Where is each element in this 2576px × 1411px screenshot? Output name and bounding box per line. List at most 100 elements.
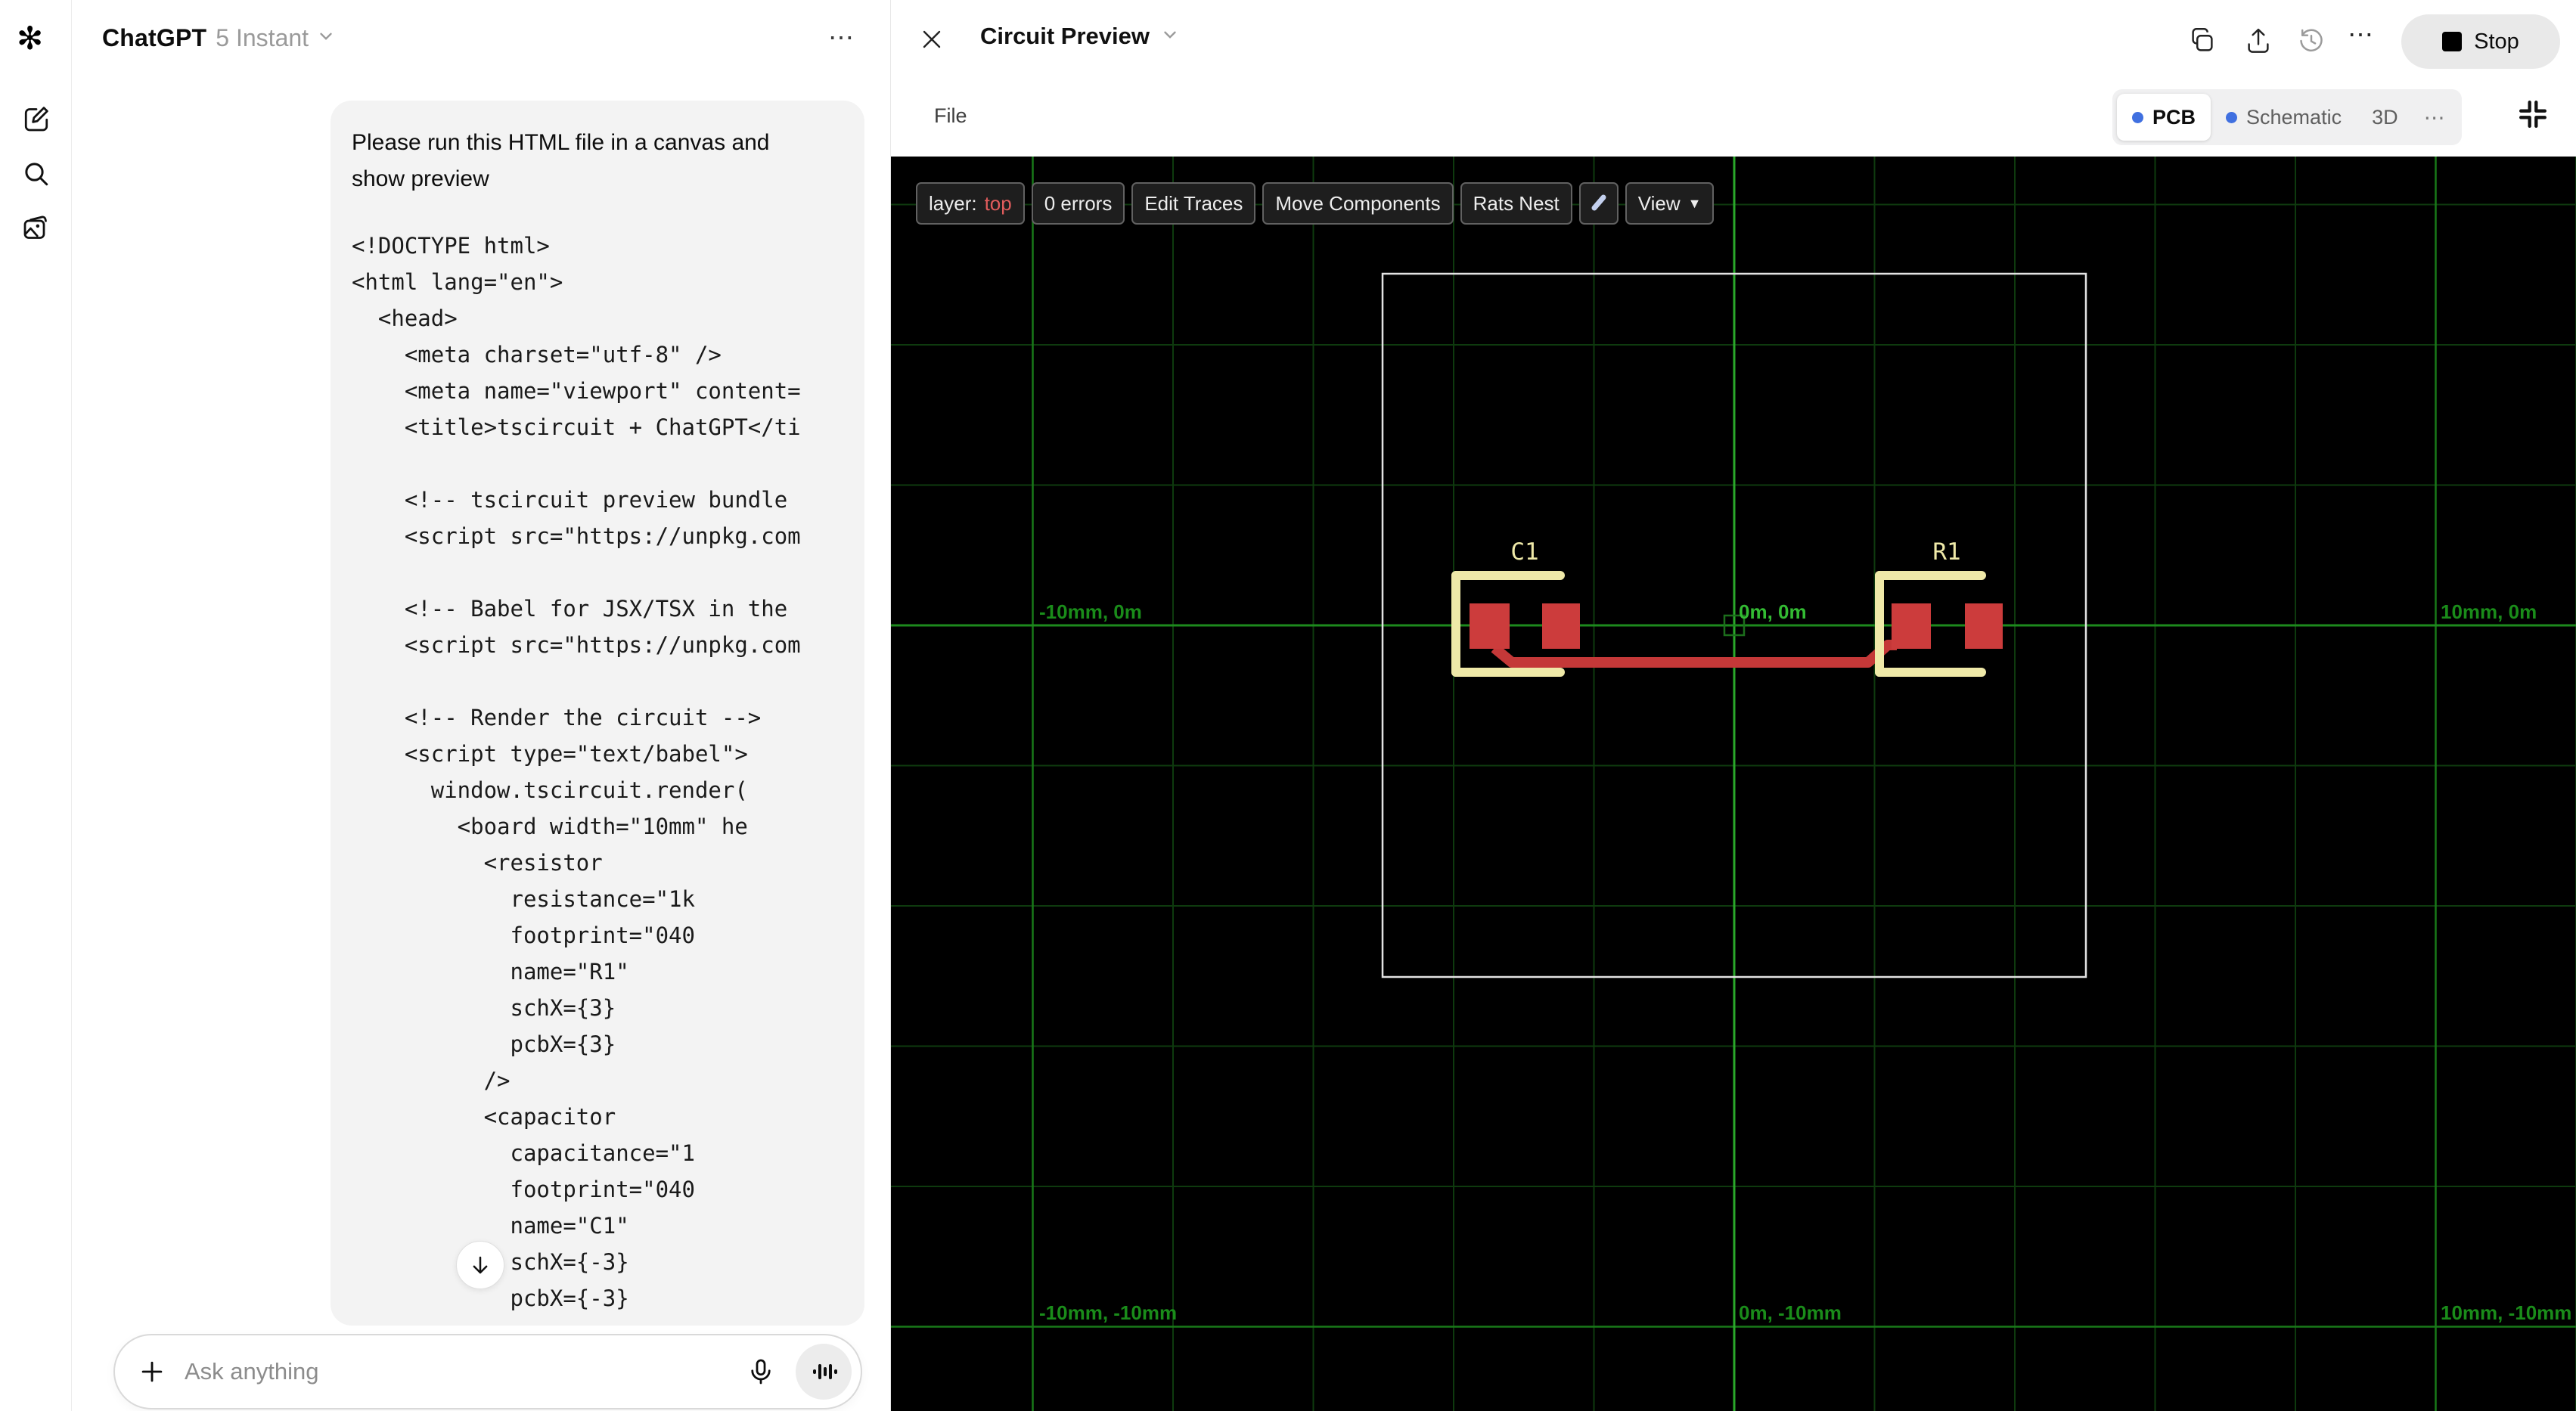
code-line: footprint="040	[352, 1177, 695, 1202]
code-line: <meta name="viewport" content=	[352, 378, 801, 404]
preview-more-button[interactable]: ⋯	[2348, 20, 2375, 50]
openai-logo-icon: ✻	[17, 20, 44, 56]
message-text-line: Please run this HTML file in a canvas an…	[352, 130, 770, 155]
code-line: window.tscircuit.render(	[352, 777, 748, 803]
waveform-icon	[813, 1364, 837, 1379]
code-line: <script type="text/babel">	[352, 741, 748, 767]
tab-schematic[interactable]: Schematic	[2211, 94, 2357, 141]
user-message-bubble: Please run this HTML file in a canvas an…	[331, 101, 864, 1326]
r1-ref-label: R1	[1932, 538, 1960, 566]
tabs-more-button[interactable]: ⋯	[2413, 105, 2457, 130]
stop-square-icon	[2442, 32, 2463, 51]
code-line: <resistor	[352, 850, 603, 876]
voice-mode-button[interactable]	[796, 1344, 852, 1400]
code-line: schX={3}	[352, 995, 616, 1021]
edit-pencil-button[interactable]	[1578, 182, 1619, 225]
layer-label: layer:	[929, 191, 977, 215]
view-button[interactable]: View ▼	[1625, 182, 1715, 225]
code-line: <html lang="en">	[352, 269, 563, 295]
tab-3d-label: 3D	[2372, 105, 2398, 129]
chat-composer[interactable]	[113, 1334, 862, 1409]
r1-pad-1[interactable]	[1892, 603, 1931, 649]
c1-ref-label: C1	[1510, 538, 1538, 566]
preview-title: Circuit Preview	[980, 23, 1150, 49]
microphone-icon[interactable]	[746, 1357, 776, 1387]
chat-panel: ChatGPT 5 Instant ⋯ Please run this HTML…	[72, 0, 890, 1411]
code-line: <!-- tscircuit preview bundle	[352, 487, 788, 513]
pcb-component-r1[interactable]: R1	[1875, 538, 2003, 677]
tab-pcb[interactable]: PCB	[2117, 94, 2211, 141]
chevron-down-icon	[1160, 25, 1180, 48]
app-root: ✻ ChatGPT 5 Instant ⋯ Please run this HT…	[0, 0, 2576, 1411]
code-line: <capacitor	[352, 1104, 616, 1130]
stop-label: Stop	[2474, 29, 2519, 54]
r1-pad-2[interactable]	[1965, 603, 2003, 649]
attach-plus-icon[interactable]	[138, 1357, 166, 1386]
code-line: <title>tscircuit + ChatGPT</ti	[352, 414, 801, 440]
code-line: <!-- Babel for JSX/TSX in the	[352, 596, 788, 622]
coordinate-labels: -10mm, 0m 0m, 0m 10mm, 0m -10mm, -10mm 0…	[1039, 600, 2571, 1324]
coord-label-right-mid: 10mm, 0m	[2441, 600, 2537, 623]
sidebar: ✻	[0, 0, 72, 1411]
message-text-line: show preview	[352, 166, 489, 191]
code-line: resistance="1k	[352, 886, 695, 912]
code-line: />	[352, 1068, 511, 1093]
c1-pad-1[interactable]	[1470, 603, 1510, 649]
app-title: ChatGPT	[102, 23, 207, 51]
blue-dot-icon	[2132, 111, 2143, 123]
close-icon[interactable]	[920, 27, 944, 51]
view-tabs: PCB Schematic 3D ⋯	[2112, 89, 2462, 145]
c1-pad-2[interactable]	[1542, 603, 1580, 649]
preview-title-dropdown[interactable]: Circuit Preview	[980, 23, 1180, 50]
tab-pcb-label: PCB	[2152, 105, 2196, 129]
errors-button[interactable]: 0 errors	[1031, 182, 1125, 225]
code-line: <!-- Render the circuit -->	[352, 705, 762, 730]
pencil-icon	[1591, 194, 1606, 211]
pcb-canvas[interactable]: C1 R1 -10mm, 0m 0m, 0m 10mm, 0m -10mm, -…	[891, 157, 2576, 1411]
new-chat-icon[interactable]	[21, 104, 51, 134]
code-line: <script src="https://unpkg.com	[352, 523, 801, 549]
copy-icon[interactable]	[2189, 27, 2216, 54]
blue-dot-icon	[2226, 111, 2238, 123]
history-icon[interactable]	[2298, 27, 2325, 54]
scroll-to-bottom-button[interactable]	[456, 1241, 504, 1289]
coord-label-left-mid: -10mm, 0m	[1039, 600, 1142, 623]
code-line: footprint="040	[352, 923, 695, 948]
move-components-button[interactable]: Move Components	[1262, 182, 1454, 225]
file-menu[interactable]: File	[934, 104, 967, 128]
coord-label-origin: 0m, 0m	[1739, 600, 1807, 623]
code-line: /	[352, 1316, 845, 1326]
library-icon[interactable]	[21, 213, 51, 243]
coord-label-bottom-mid: 0m, -10mm	[1739, 1301, 1842, 1324]
code-line: pcbX={3}	[352, 1031, 616, 1057]
code-line: <meta charset="utf-8" />	[352, 342, 722, 367]
caret-down-icon: ▼	[1687, 195, 1702, 211]
code-line: <script src="https://unpkg.com	[352, 632, 801, 658]
message-input[interactable]	[185, 1358, 746, 1385]
pcb-toolbar: layer: top 0 errors Edit Traces Move Com…	[916, 182, 1715, 225]
coord-label-left-bottom: -10mm, -10mm	[1039, 1301, 1177, 1324]
rats-nest-button[interactable]: Rats Nest	[1460, 182, 1572, 225]
stop-button[interactable]: Stop	[2401, 14, 2560, 69]
layer-button[interactable]: layer: top	[916, 182, 1025, 225]
code-line: <head>	[352, 305, 458, 331]
chat-header: ChatGPT 5 Instant	[72, 0, 890, 76]
tab-schematic-label: Schematic	[2246, 105, 2342, 129]
message-code-block: <!DOCTYPE html> <html lang="en"> <head> <…	[352, 228, 845, 1326]
collapse-icon[interactable]	[2515, 97, 2550, 132]
share-icon[interactable]	[2245, 27, 2272, 54]
arrow-down-icon	[473, 1256, 488, 1274]
pcb-component-c1[interactable]: C1	[1451, 538, 1580, 677]
layer-value: top	[984, 191, 1012, 215]
code-line: name="C1"	[352, 1213, 629, 1239]
tab-3d[interactable]: 3D	[2357, 94, 2413, 141]
model-selector[interactable]: 5 Instant	[216, 24, 309, 52]
code-line: capacitance="1	[352, 1140, 695, 1166]
view-label: View	[1637, 191, 1681, 215]
search-icon[interactable]	[21, 159, 51, 189]
edit-traces-button[interactable]: Edit Traces	[1131, 182, 1256, 225]
conversation-more-button[interactable]: ⋯	[828, 23, 855, 53]
